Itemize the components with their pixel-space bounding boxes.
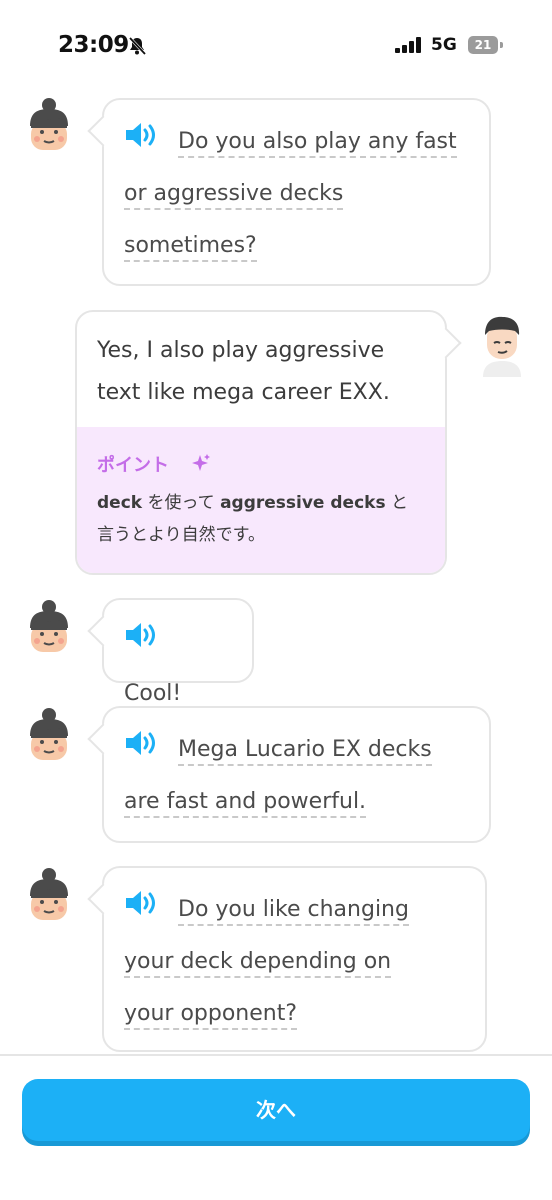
character-avatar-icon xyxy=(30,708,68,760)
user-avatar-icon xyxy=(483,316,521,377)
chat-message-2[interactable]: Cool! xyxy=(124,616,234,720)
chat-message-4[interactable]: Do you like changing your deck depending… xyxy=(124,884,467,1040)
chat-message-1[interactable]: Do you also play any fast or aggressive … xyxy=(124,116,471,272)
chat-bubble-3: Mega Lucario EX decks are fast and power… xyxy=(87,706,491,843)
character-avatar-icon xyxy=(30,868,68,920)
user-reply-text: Yes, I also play aggressive text like me… xyxy=(97,338,390,405)
next-button[interactable]: 次へ xyxy=(22,1079,530,1141)
chat-bubble-4: Do you like changing your deck depending… xyxy=(87,866,487,1052)
signal-icon xyxy=(395,37,421,53)
chat-message-3[interactable]: Mega Lucario EX decks are fast and power… xyxy=(124,724,471,828)
chat-bubble-1: Do you also play any fast or aggressive … xyxy=(87,98,491,286)
muted-bell-icon xyxy=(128,36,147,56)
status-bar: 23:09 5G 21 xyxy=(0,0,552,90)
tip-box: ポイント deck を使って aggressive decks と 言うとより自… xyxy=(77,427,445,573)
tip-body: deck を使って aggressive decks と 言うとより自然です。 xyxy=(97,493,408,545)
battery-icon: 21 xyxy=(468,36,498,54)
network-type: 5G xyxy=(431,35,457,55)
character-avatar-icon xyxy=(30,98,68,150)
sparkle-icon xyxy=(192,454,210,471)
tip-title: ポイント xyxy=(97,455,169,476)
footer-divider xyxy=(0,1054,552,1056)
chat-bubble-2: Cool! xyxy=(87,598,254,710)
character-avatar-icon xyxy=(30,600,68,652)
user-reply-bubble: Yes, I also play aggressive text like me… xyxy=(75,310,462,575)
clock: 23:09 xyxy=(58,32,129,58)
